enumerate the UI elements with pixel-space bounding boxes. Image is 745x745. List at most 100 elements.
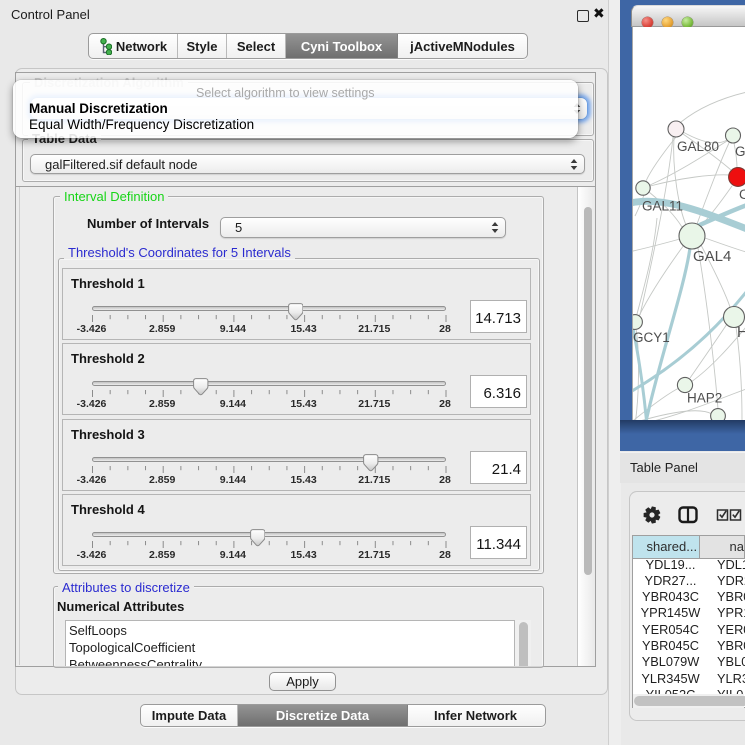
tab-label: Style bbox=[186, 39, 217, 54]
network-tree-icon bbox=[99, 38, 112, 55]
tab-jactivemnodules[interactable]: jActiveMNodules bbox=[398, 34, 527, 58]
threshold-value-field[interactable]: 11.344 bbox=[470, 526, 527, 559]
network-node-RED[interactable] bbox=[729, 168, 745, 187]
network-node-label: GAL80 bbox=[677, 139, 719, 154]
network-node-label: GCY1 bbox=[633, 330, 670, 345]
close-icon[interactable]: ✖ bbox=[593, 5, 605, 22]
numerical-attributes-label: Numerical Attributes bbox=[57, 599, 184, 614]
bottom-tab-bar: Impute Data Discretize Data Infer Network bbox=[140, 704, 546, 727]
tab-network[interactable]: Network bbox=[89, 34, 178, 58]
table-row[interactable]: YLR345WYLR3 bbox=[633, 671, 745, 687]
network-node-GCY1[interactable] bbox=[633, 315, 642, 330]
number-of-intervals-combobox[interactable]: 5 bbox=[220, 217, 506, 238]
network-edge[interactable] bbox=[633, 239, 680, 251]
popup-item-manual-discretization[interactable]: Manual Discretization bbox=[29, 101, 168, 116]
network-node-GAL11[interactable] bbox=[636, 181, 650, 195]
slider-scale-label: 28 bbox=[439, 323, 451, 335]
attributes-scrollbar-thumb[interactable] bbox=[519, 622, 528, 666]
number-of-intervals-value: 5 bbox=[221, 220, 485, 235]
algorithm-combobox-prompt: Select algorithm to view settings bbox=[196, 86, 375, 100]
slider-track[interactable] bbox=[92, 457, 446, 462]
tab-label: Network bbox=[116, 39, 167, 54]
cell-name: YDL1 bbox=[708, 557, 745, 573]
network-edge[interactable] bbox=[637, 218, 657, 314]
control-panel: Control Panel ✖ NetworkStyleSelectCyni T… bbox=[0, 0, 608, 745]
cell-shared-name: YBL079W bbox=[633, 654, 708, 670]
apply-button[interactable]: Apply bbox=[269, 672, 336, 691]
slider-thumb[interactable] bbox=[193, 378, 209, 397]
network-edge[interactable] bbox=[650, 175, 730, 186]
network-node-GAL80[interactable] bbox=[668, 121, 684, 137]
top-tab-bar: Network Style SelectCyni ToolboxjActiveMNo… bbox=[88, 33, 528, 59]
float-window-icon[interactable] bbox=[577, 10, 589, 22]
attribute-list-item[interactable]: TopologicalCoefficient bbox=[66, 638, 514, 655]
cell-shared-name: YBR043C bbox=[633, 589, 708, 605]
settings-scrollpane bbox=[16, 186, 595, 187]
gear-shape bbox=[644, 506, 661, 523]
table-horizontal-scrollbar-thumb[interactable] bbox=[634, 696, 745, 706]
table-row[interactable]: YBR045CYBR0 bbox=[633, 638, 745, 654]
tab-select[interactable]: Select bbox=[227, 34, 286, 58]
threshold-value-field[interactable]: 21.4 bbox=[470, 451, 527, 484]
network-node-N2[interactable] bbox=[726, 128, 741, 143]
slider-track[interactable] bbox=[92, 532, 446, 537]
slider-scale-label: -3.426 bbox=[77, 398, 107, 410]
checkmark-shape bbox=[720, 511, 726, 517]
numerical-attributes-list[interactable]: SelfLoopsTopologicalCoefficientBetweenne… bbox=[65, 620, 515, 666]
table-row[interactable]: YDR27...YDR2 bbox=[633, 573, 745, 589]
cell-name: YBL0 bbox=[708, 654, 745, 670]
settings-scrollbar-thumb[interactable] bbox=[584, 207, 593, 575]
interval-definition-group-title: Interval Definition bbox=[60, 190, 168, 203]
slider-scale-label: 21.715 bbox=[358, 549, 390, 561]
slider-scale-label: 28 bbox=[439, 398, 451, 410]
slider-track[interactable] bbox=[92, 306, 446, 311]
popup-item-equal-width[interactable]: Equal Width/Frequency Discretization bbox=[29, 117, 254, 132]
network-canvas[interactable]: GAL80GACYGAL11GAL4GCY1HHAP2 bbox=[632, 27, 745, 420]
slider-thumb[interactable] bbox=[250, 529, 266, 548]
arrow-up-icon bbox=[492, 222, 499, 226]
table-row[interactable]: YBR043CYBR0 bbox=[633, 589, 745, 605]
node-table[interactable]: shared... na YDL19...YDL1YDR27...YDR2YBR… bbox=[632, 535, 745, 709]
network-edge[interactable] bbox=[633, 388, 679, 420]
table-row[interactable]: YPR145WYPR1 bbox=[633, 605, 745, 621]
split-columns-icon[interactable] bbox=[680, 508, 697, 523]
slider-scale-label: 21.715 bbox=[358, 474, 390, 486]
threshold-slider-panel-4: Threshold 4-3.4262.8599.14415.4321.71528… bbox=[62, 494, 531, 566]
tab-impute-data[interactable]: Impute Data bbox=[141, 705, 238, 726]
attributes-scrollbar[interactable] bbox=[515, 620, 531, 666]
table-row[interactable]: YDL19...YDL1 bbox=[633, 557, 745, 573]
slider-ticks bbox=[92, 315, 447, 324]
slider-thumb[interactable] bbox=[363, 454, 379, 473]
slider-scale-label: 15.43 bbox=[290, 474, 316, 486]
table-row[interactable]: YBL079WYBL0 bbox=[633, 654, 745, 670]
network-node-NB[interactable] bbox=[711, 409, 726, 420]
tab-infer-network[interactable]: Infer Network bbox=[408, 705, 543, 726]
tab-cyni-toolbox[interactable]: Cyni Toolbox bbox=[286, 34, 398, 58]
slider-ticks bbox=[92, 390, 447, 399]
attribute-list-item[interactable]: BetweennessCentrality bbox=[66, 655, 514, 666]
tab-style[interactable]: Style bbox=[178, 34, 227, 58]
tab-label: Discretize Data bbox=[276, 708, 369, 723]
threshold-value-field[interactable]: 14.713 bbox=[470, 300, 527, 333]
slider-thumb[interactable] bbox=[288, 303, 304, 322]
attribute-list-item[interactable]: SelfLoops bbox=[66, 621, 514, 638]
cell-name: YER0 bbox=[708, 622, 745, 638]
gear-icon[interactable] bbox=[644, 506, 661, 523]
slider-track[interactable] bbox=[92, 381, 446, 386]
arrow-down-icon bbox=[492, 229, 499, 233]
threshold-value-field[interactable]: 6.316 bbox=[470, 375, 527, 408]
checkbox-checked-icon[interactable] bbox=[718, 510, 741, 520]
network-edge[interactable] bbox=[681, 92, 745, 122]
table-row[interactable]: YER054CYER0 bbox=[633, 622, 745, 638]
threshold-coordinates-group-title: Threshold's Coordinates for 5 Intervals bbox=[64, 246, 295, 259]
network-window-titlebar[interactable] bbox=[631, 5, 745, 27]
cell-shared-name: YDR27... bbox=[633, 573, 708, 589]
table-panel-title: Table Panel bbox=[630, 460, 698, 475]
slider-scale-label: -3.426 bbox=[77, 549, 107, 561]
threshold-slider-panel-1: Threshold 1-3.4262.8599.14415.4321.71528… bbox=[62, 268, 531, 340]
combo-updown-arrows-icon bbox=[491, 222, 499, 233]
network-node-GAL4[interactable] bbox=[679, 223, 705, 249]
threshold-label: Threshold 1 bbox=[71, 276, 145, 291]
tab-discretize-data[interactable]: Discretize Data bbox=[238, 705, 408, 726]
network-graph[interactable]: GAL80GACYGAL11GAL4GCY1HHAP2 bbox=[633, 27, 745, 420]
